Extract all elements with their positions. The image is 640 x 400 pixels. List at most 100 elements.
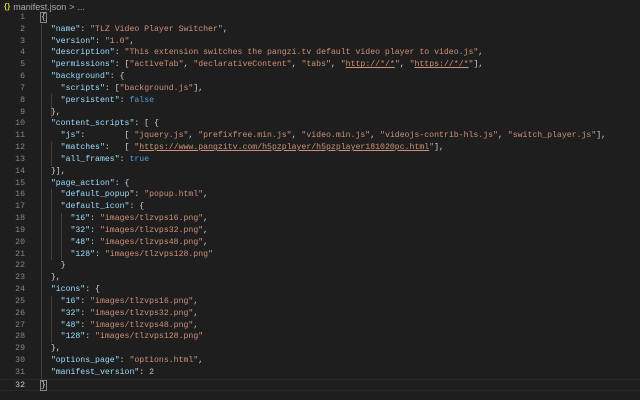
- json-key: "default_popup": [60, 190, 135, 200]
- json-punctuation: :: [85, 332, 96, 342]
- json-punctuation: [41, 297, 61, 306]
- json-punctuation: [41, 84, 61, 93]
- code-line[interactable]: 32}: [0, 378, 640, 391]
- json-string: "images/tlzvps48.png": [90, 320, 194, 330]
- line-number: 25: [15, 296, 25, 306]
- code-line[interactable]: 31 "manifest_version": 2: [0, 367, 640, 379]
- json-punctuation: : [: [104, 143, 135, 153]
- line-code: "32": "images/tlzvps32.png",: [41, 308, 199, 320]
- line-code: "128": "images/tlzvps128.png": [41, 331, 204, 343]
- line-code: }],: [41, 166, 66, 178]
- json-punctuation: [41, 238, 70, 247]
- code-line[interactable]: 28 "128": "images/tlzvps128.png": [0, 331, 640, 343]
- json-punctuation: ,: [291, 131, 302, 141]
- line-number: 12: [15, 143, 25, 153]
- code-line[interactable]: 27 "48": "images/tlzvps48.png",: [0, 320, 640, 332]
- code-line[interactable]: 11 "js": [ "jquery.js", "prefixfree.min.…: [0, 130, 640, 142]
- json-punctuation: ,: [370, 131, 381, 141]
- json-key: "content_scripts": [50, 119, 135, 129]
- code-line[interactable]: 21 "128": "images/tlzvps128.png": [0, 249, 640, 261]
- code-line[interactable]: 1{: [0, 12, 640, 24]
- code-line[interactable]: 7 "scripts": ["background.js"],: [0, 83, 640, 95]
- json-punctuation: ,: [330, 60, 341, 70]
- code-line[interactable]: 30 "options_page": "options.html",: [0, 355, 640, 367]
- code-line[interactable]: 6 "background": {: [0, 71, 640, 83]
- json-string: "1.0": [104, 36, 130, 46]
- json-punctuation: [41, 48, 51, 57]
- json-punctuation: ,: [188, 131, 199, 141]
- line-number: 17: [15, 202, 25, 212]
- code-line[interactable]: 3 "version": "1.0",: [0, 36, 640, 48]
- json-punctuation: [41, 309, 61, 318]
- json-key: "persistent": [60, 95, 120, 105]
- line-number: 1: [20, 13, 25, 22]
- json-key: "16": [60, 296, 81, 306]
- json-punctuation: ,: [478, 48, 484, 58]
- code-line[interactable]: 8 "persistent": false: [0, 95, 640, 107]
- json-string: "images/tlzvps32.png": [90, 308, 194, 318]
- json-punctuation: [41, 37, 51, 46]
- code-line[interactable]: 9 },: [0, 107, 640, 119]
- breadcrumb-more[interactable]: ...: [78, 2, 86, 12]
- line-number: 21: [15, 249, 25, 259]
- json-key: "description": [50, 48, 115, 58]
- code-line[interactable]: 16 "default_popup": "popup.html",: [0, 189, 640, 201]
- json-key: "32": [60, 308, 81, 318]
- json-punctuation: : {: [109, 72, 125, 82]
- json-punctuation: [41, 214, 70, 223]
- json-key: "manifest_version": [50, 367, 140, 377]
- line-code: "js": [ "jquery.js", "prefixfree.min.js"…: [41, 130, 606, 142]
- json-link[interactable]: https://*/*: [414, 60, 468, 69]
- json-link[interactable]: http://*/*: [346, 60, 395, 69]
- json-punctuation: : [: [104, 83, 120, 93]
- code-line[interactable]: 26 "32": "images/tlzvps32.png",: [0, 308, 640, 320]
- code-editor[interactable]: 1{2 "name": "TLZ Video Player Switcher",…: [0, 12, 640, 391]
- json-braces-icon: {}: [4, 2, 11, 11]
- json-punctuation: : {: [114, 178, 130, 188]
- breadcrumb-file[interactable]: manifest.json: [13, 2, 66, 12]
- code-line[interactable]: 18 "16": "images/tlzvps16.png",: [0, 213, 640, 225]
- code-line[interactable]: 4 "description": "This extension switche…: [0, 47, 640, 59]
- code-line[interactable]: 22 }: [0, 260, 640, 272]
- code-line[interactable]: 29 },: [0, 343, 640, 355]
- code-line[interactable]: 14 }],: [0, 166, 640, 178]
- line-number: 31: [15, 367, 25, 377]
- code-line[interactable]: 25 "16": "images/tlzvps16.png",: [0, 296, 640, 308]
- code-line[interactable]: 13 "all_frames": true: [0, 154, 640, 166]
- json-punctuation: :: [80, 320, 91, 330]
- line-number: 24: [15, 285, 25, 295]
- code-line[interactable]: 19 "32": "images/tlzvps32.png",: [0, 225, 640, 237]
- json-punctuation: ,: [198, 356, 204, 366]
- json-punctuation: ,: [193, 320, 199, 330]
- json-punctuation: [41, 155, 61, 164]
- json-punctuation: [41, 131, 61, 140]
- code-line[interactable]: 12 "matches": [ "https://www.pangzitv.co…: [0, 142, 640, 154]
- code-line[interactable]: 23 },: [0, 272, 640, 284]
- json-string: "images/tlzvps32.png": [99, 225, 204, 235]
- code-line[interactable]: 15 "page_action": {: [0, 178, 640, 190]
- json-punctuation: },: [41, 344, 61, 354]
- code-line[interactable]: 2 "name": "TLZ Video Player Switcher",: [0, 24, 640, 36]
- line-code: "16": "images/tlzvps16.png",: [41, 213, 208, 225]
- code-line[interactable]: 24 "icons": {: [0, 284, 640, 296]
- json-link[interactable]: https://www.pangzitv.com/h5pzplayer/h5pz…: [139, 143, 429, 152]
- line-code: "16": "images/tlzvps16.png",: [41, 296, 199, 308]
- code-line[interactable]: 17 "default_icon": {: [0, 201, 640, 213]
- json-punctuation: : [: [114, 60, 130, 70]
- json-string: "activeTab": [129, 60, 184, 70]
- line-number: 20: [15, 237, 25, 247]
- line-code: "manifest_version": 2: [41, 367, 154, 379]
- json-key: "scripts": [60, 83, 105, 93]
- line-number: 8: [20, 95, 25, 105]
- line-number: 14: [15, 166, 25, 176]
- json-punctuation: [41, 96, 61, 105]
- code-line[interactable]: 5 "permissions": ["activeTab", "declarat…: [0, 59, 640, 71]
- json-key: "default_icon": [60, 202, 130, 212]
- code-line[interactable]: 10 "content_scripts": [ {: [0, 118, 640, 130]
- json-boolean: false: [129, 95, 155, 105]
- json-punctuation: }: [41, 261, 66, 271]
- json-punctuation: ,: [203, 190, 209, 200]
- code-line[interactable]: 20 "48": "images/tlzvps48.png",: [0, 237, 640, 249]
- line-code: {: [40, 12, 47, 24]
- line-code: }: [41, 260, 66, 272]
